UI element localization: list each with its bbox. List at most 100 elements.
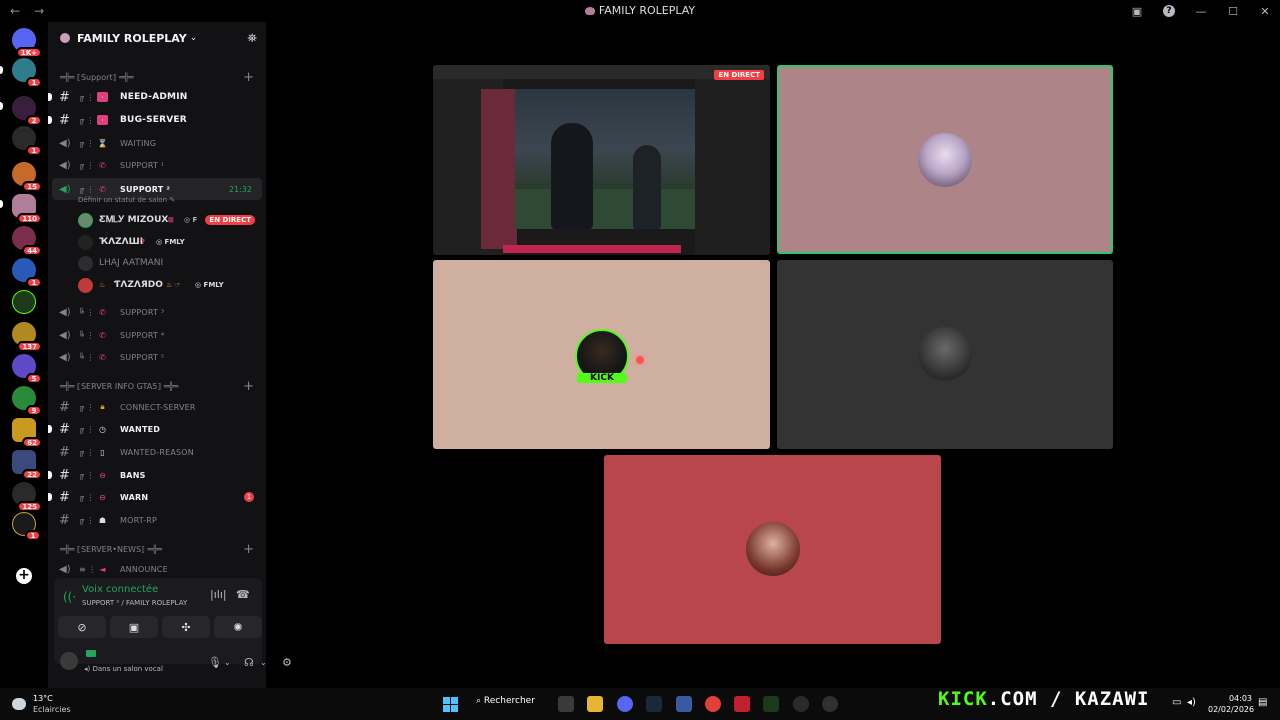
app-icon[interactable] bbox=[734, 696, 750, 712]
channel-bans[interactable]: # ╔ ⋮ ⊖ BANS bbox=[48, 465, 266, 485]
window-title: FAMILY ROLEPLAY bbox=[0, 4, 1280, 17]
help-button[interactable]: ? bbox=[1154, 0, 1184, 22]
search-icon: ⌕ bbox=[476, 696, 482, 706]
volume-icon[interactable]: ◂) bbox=[1187, 697, 1196, 708]
avatar: KICK bbox=[575, 329, 629, 383]
invite-people-icon[interactable]: ⛯ bbox=[247, 31, 257, 46]
network-icon[interactable]: ▭ bbox=[1172, 697, 1181, 708]
server-icon[interactable]: 1 bbox=[12, 512, 41, 541]
create-channel-icon[interactable]: + bbox=[243, 379, 254, 394]
app-icon[interactable] bbox=[763, 696, 779, 712]
channel-warn[interactable]: # ╔ ⋮ ⊖ WARN 1 bbox=[48, 487, 266, 507]
inbox-icon[interactable]: ▣ bbox=[1122, 0, 1152, 22]
obs-icon[interactable] bbox=[822, 696, 838, 712]
channel-mort-rp[interactable]: # ╔ ⋮ ☗ MORT-RP bbox=[48, 510, 266, 530]
server-icon[interactable]: 15 bbox=[12, 162, 42, 192]
app-icon[interactable] bbox=[793, 696, 809, 712]
server-icon[interactable]: 9 bbox=[12, 386, 42, 416]
voice-channel-support-5[interactable]: ◀) ╚ ⋮ ✆ SUPPORT ⁵ bbox=[48, 347, 266, 367]
category-server-news[interactable]: ═╬═ ⟦SERVER•NEWS⟧ ═╬═ + bbox=[48, 542, 266, 558]
create-channel-icon[interactable]: + bbox=[243, 70, 254, 85]
server-icon-family-roleplay[interactable]: 110 bbox=[12, 194, 42, 224]
signal-icon[interactable]: ((· bbox=[63, 590, 76, 604]
avatar[interactable] bbox=[60, 652, 78, 670]
soundboard-button[interactable]: ✺ bbox=[214, 616, 262, 638]
soundboard-icon: ✺ bbox=[233, 620, 243, 634]
voice-channel-support-3[interactable]: ◀) ╚ ⋮ ✆ SUPPORT ³ bbox=[48, 302, 266, 322]
phone-icon: ✆ bbox=[99, 330, 106, 340]
screen-share-button[interactable]: ▣ bbox=[110, 616, 158, 638]
file-explorer-icon[interactable] bbox=[587, 696, 603, 712]
server-icon[interactable]: 1 bbox=[12, 58, 42, 88]
channel-connect-server[interactable]: # ╔ ⋮ 🔒︎ CONNECT-SERVER bbox=[48, 397, 266, 417]
server-icon[interactable]: 44 bbox=[12, 226, 42, 256]
add-server-icon[interactable]: + bbox=[16, 568, 32, 584]
chevron-down-icon[interactable]: ⌄ bbox=[260, 658, 267, 667]
channel-wanted-reason[interactable]: # ╔ ⋮ ▯ WANTED-REASON bbox=[48, 442, 266, 462]
channel-wanted[interactable]: # ╔ ⋮ ◷ WANTED bbox=[48, 419, 266, 439]
direct-messages-icon[interactable]: 1K+ bbox=[12, 28, 42, 58]
close-button[interactable]: ✕ bbox=[1250, 0, 1280, 22]
disconnect-icon[interactable]: ☎ bbox=[236, 588, 250, 601]
headphones-icon[interactable]: ☊ bbox=[244, 656, 254, 669]
search-button[interactable]: ⌕ Rechercher bbox=[476, 696, 535, 706]
screen-share-tile[interactable]: EN DIRECT bbox=[433, 65, 770, 255]
voice-channel-support-1[interactable]: ◀) ╔ ⋮ ✆ SUPPORT ¹ bbox=[48, 155, 266, 175]
clock[interactable]: 04:03 02/02/2026 bbox=[1208, 693, 1254, 715]
speaker-icon: ◀) bbox=[59, 159, 71, 171]
task-view-icon[interactable] bbox=[558, 696, 574, 712]
create-channel-icon[interactable]: + bbox=[243, 542, 254, 557]
chrome-icon[interactable] bbox=[705, 696, 721, 712]
badge: 22 bbox=[22, 469, 42, 480]
participant-tile-speaking[interactable] bbox=[777, 65, 1113, 254]
camera-toggle-button[interactable]: ⊘ bbox=[58, 616, 106, 638]
app-icon[interactable] bbox=[676, 696, 692, 712]
participant-tile[interactable]: KICK bbox=[433, 260, 770, 449]
voice-channel-waiting[interactable]: ◀) ╔ ⋮ ⌛ WAITING bbox=[48, 133, 266, 153]
channel-status-setter[interactable]: Définir un statut de salon ✎ bbox=[78, 196, 258, 204]
server-icon[interactable]: 137 bbox=[12, 322, 42, 352]
voice-user[interactable]: ƸᎷᏞᎩ MIZOUX ⊠ ◎ F EN DIRECT bbox=[48, 210, 266, 230]
voice-user[interactable]: LHAJ AATMANI bbox=[48, 253, 266, 273]
server-icon[interactable]: 125 bbox=[12, 482, 42, 512]
participant-tile[interactable] bbox=[604, 455, 941, 644]
minimize-button[interactable]: — bbox=[1186, 0, 1216, 22]
voice-status-title[interactable]: Voix connectée bbox=[82, 584, 158, 595]
forward-arrow-icon[interactable]: → bbox=[34, 4, 44, 18]
server-icon[interactable]: 5 bbox=[12, 354, 42, 384]
back-arrow-icon[interactable]: ← bbox=[10, 4, 20, 18]
category-support[interactable]: ═╬═ ⟦Support⟧ ═╬═ + bbox=[48, 70, 266, 86]
server-icon-kick[interactable] bbox=[12, 290, 36, 314]
noise-suppression-icon[interactable]: |ılı| bbox=[210, 588, 227, 601]
server-icon[interactable]: 1 bbox=[12, 126, 42, 156]
microphone-icon[interactable]: 🎙︎ bbox=[208, 656, 222, 669]
screen-share-icon: ▣ bbox=[128, 620, 140, 634]
start-button[interactable] bbox=[443, 697, 458, 712]
chevron-down-icon[interactable]: ⌄ bbox=[224, 658, 231, 667]
badge: 1K+ bbox=[15, 47, 42, 58]
channel-announce[interactable]: ◀) ≡ ⋮ ◄ ANNOUNCE bbox=[48, 559, 266, 579]
voice-user[interactable]: ҠΛZΛШI ? ◎ FMLY bbox=[48, 232, 266, 252]
participant-tile[interactable] bbox=[777, 260, 1113, 449]
server-icon[interactable]: 22 bbox=[12, 450, 42, 480]
activities-button[interactable]: ✣ bbox=[162, 616, 210, 638]
discord-icon[interactable] bbox=[617, 696, 633, 712]
maximize-button[interactable]: ☐ bbox=[1218, 0, 1248, 22]
unread-dot bbox=[48, 116, 52, 124]
notification-icon[interactable]: ▤ bbox=[1258, 697, 1267, 708]
sos-icon: · bbox=[97, 92, 108, 102]
voice-channel-path[interactable]: SUPPORT ² / FAMILY ROLEPLAY bbox=[82, 599, 187, 607]
server-icon[interactable]: 62 bbox=[12, 418, 42, 448]
settings-gear-icon[interactable]: ⚙ bbox=[282, 656, 292, 669]
voice-user[interactable]: ♨ ƬΛZΛЯDO ♨ ☞ ◎ FMLY bbox=[48, 275, 266, 295]
server-header[interactable]: FAMILY ROLEPLAY ⌄ ⛯ bbox=[48, 22, 266, 54]
voice-channel-support-4[interactable]: ◀) ╚ ⋮ ✆ SUPPORT ⁴ bbox=[48, 325, 266, 345]
steam-icon[interactable] bbox=[646, 696, 662, 712]
phone-icon: ✆ bbox=[99, 352, 106, 362]
channel-bug-server[interactable]: # ╔ ⋮ · BUG-SERVER bbox=[48, 110, 266, 130]
nav-arrows: ← → bbox=[0, 4, 44, 18]
server-icon[interactable]: 1 bbox=[12, 258, 42, 288]
server-icon[interactable]: 2 bbox=[12, 96, 42, 126]
channel-need-admin[interactable]: # ╔ ⋮ · NEED-ADMIN bbox=[48, 87, 266, 107]
category-server-info[interactable]: ═╬═ ⟦SERVER INFO GTA5⟧ ═╬═ + bbox=[48, 379, 266, 395]
